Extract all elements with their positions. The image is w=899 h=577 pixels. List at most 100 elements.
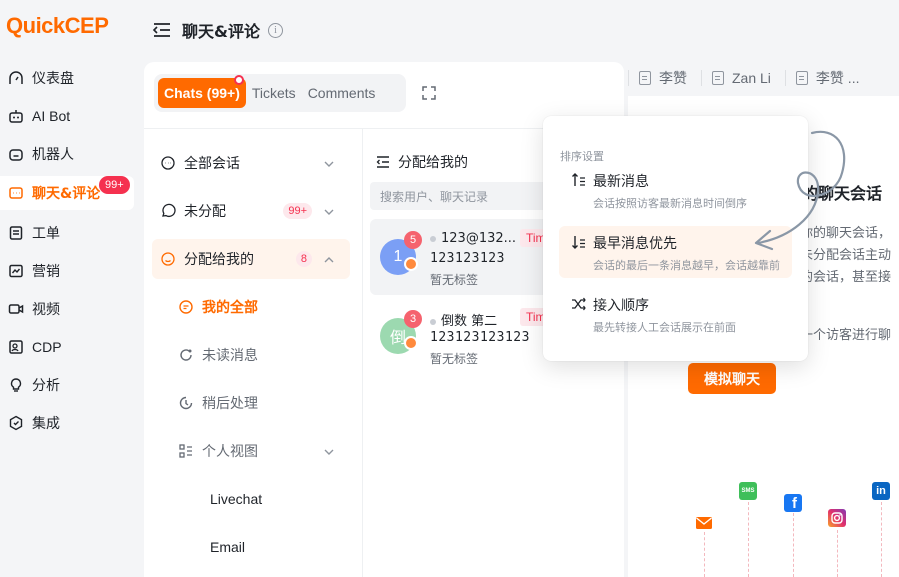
conversation-tab[interactable]: 李赞 ... bbox=[784, 70, 859, 86]
brand-logo[interactable]: Quick CEP bbox=[6, 12, 109, 40]
sort-option-desc: 会话的最后一条消息越早，会话越靠前 bbox=[593, 259, 780, 272]
chevron-down-icon[interactable] bbox=[324, 157, 334, 167]
annotation-arrow bbox=[754, 130, 846, 251]
menu-later[interactable]: 稍后处理 bbox=[152, 383, 350, 423]
conversation-tab-label: Zan Li bbox=[732, 70, 771, 86]
nav-chat-badge: 99+ bbox=[99, 176, 130, 194]
nav-item-dashboard[interactable]: 仪表盘 bbox=[0, 61, 134, 95]
integration-icon bbox=[8, 415, 24, 431]
chat-message: 123123123 bbox=[430, 251, 505, 266]
document-icon bbox=[712, 71, 724, 85]
menu-label: 全部会话 bbox=[184, 156, 240, 172]
status-dot bbox=[430, 235, 436, 242]
tab-tickets[interactable]: Tickets bbox=[246, 78, 302, 108]
tab-chats-label: Chats (99+) bbox=[164, 85, 240, 101]
clock-icon bbox=[178, 395, 194, 411]
nav-label: 机器人 bbox=[32, 147, 74, 163]
menu-my-all[interactable]: 我的全部 bbox=[152, 287, 350, 327]
conversation-tab-label: 李赞 bbox=[659, 70, 687, 86]
menu-label: 未读消息 bbox=[202, 348, 258, 364]
top-bar: 聊天&评论 i bbox=[140, 0, 899, 60]
list-view-icon bbox=[178, 443, 194, 459]
tab-comments[interactable]: Comments bbox=[302, 78, 382, 108]
logo-q: Q bbox=[6, 13, 23, 38]
nav-label: 视频 bbox=[32, 302, 60, 318]
nav-item-integration[interactable]: 集成 bbox=[0, 406, 134, 440]
menu-label: 稍后处理 bbox=[202, 396, 258, 412]
unread-badge: 5 bbox=[404, 231, 422, 249]
nav-item-analytics[interactable]: 分析 bbox=[0, 368, 134, 402]
info-icon[interactable]: i bbox=[267, 22, 283, 38]
robot-icon bbox=[8, 146, 24, 162]
chevron-up-icon[interactable] bbox=[324, 253, 334, 263]
cdp-icon bbox=[8, 339, 24, 355]
nav-item-chat[interactable]: 聊天&评论 99+ bbox=[0, 176, 134, 210]
decor-line bbox=[837, 530, 838, 577]
sort-option-desc: 会话按照访客最新消息时间倒序 bbox=[593, 197, 747, 210]
chat-bubble-icon bbox=[178, 299, 194, 315]
collapse-list-icon[interactable] bbox=[376, 155, 390, 169]
decor-line bbox=[793, 513, 794, 577]
sort-option-label: 最新消息 bbox=[593, 174, 649, 190]
chat-label: 暂无标签 bbox=[430, 352, 479, 366]
chevron-down-icon[interactable] bbox=[324, 205, 334, 215]
decor-line bbox=[748, 502, 749, 577]
nav-item-marketing[interactable]: 营销 bbox=[0, 254, 134, 288]
menu-assigned-to-me[interactable]: 分配给我的 8 bbox=[152, 239, 350, 279]
chat-name-text: 倒数 第二 bbox=[441, 314, 498, 329]
ticket-icon bbox=[8, 225, 24, 241]
menu-livechat[interactable]: Livechat bbox=[152, 479, 350, 519]
nav-item-robot[interactable]: 机器人 bbox=[0, 137, 134, 171]
chevron-down-icon[interactable] bbox=[324, 445, 334, 455]
assigned-count: 8 bbox=[295, 251, 312, 267]
menu-label: 未分配 bbox=[184, 204, 226, 220]
nav-label: 工单 bbox=[32, 226, 60, 242]
conversation-tab[interactable]: Zan Li bbox=[701, 70, 771, 86]
collapse-menu-icon[interactable] bbox=[152, 22, 172, 38]
menu-unassigned[interactable]: 未分配 99+ bbox=[152, 191, 350, 231]
nav-item-video[interactable]: 视频 bbox=[0, 292, 134, 326]
sort-option-label: 接入顺序 bbox=[593, 298, 649, 314]
nav-item-cdp[interactable]: CDP bbox=[0, 330, 134, 364]
channel-badge-icon bbox=[404, 336, 418, 350]
decor-line bbox=[881, 502, 882, 577]
page-title: 聊天&评论 bbox=[182, 22, 260, 41]
menu-email[interactable]: Email bbox=[152, 527, 350, 567]
nav-label: 营销 bbox=[32, 264, 60, 280]
nav-label: 集成 bbox=[32, 416, 60, 432]
nav-item-ticket[interactable]: 工单 bbox=[0, 216, 134, 250]
decor-line bbox=[704, 532, 705, 577]
popover-title: 排序设置 bbox=[560, 150, 604, 163]
menu-label: 我的全部 bbox=[202, 300, 258, 316]
menu-personal-view[interactable]: 个人视图 bbox=[152, 431, 350, 471]
bot-icon bbox=[8, 108, 24, 124]
linkedin-icon: in bbox=[872, 482, 890, 500]
tab-group: Chats (99+) Tickets Comments bbox=[154, 74, 406, 112]
analytics-icon bbox=[8, 377, 24, 393]
search-placeholder: 搜索用户、聊天记录 bbox=[380, 189, 489, 204]
logo-cep: CEP bbox=[64, 13, 109, 38]
menu-all-chats[interactable]: 全部会话 bbox=[152, 143, 350, 183]
conversation-tab[interactable]: 李赞 bbox=[628, 70, 687, 86]
nav-label: 仪表盘 bbox=[32, 71, 74, 87]
list-title: 分配给我的 bbox=[398, 155, 468, 171]
chat-name: 倒数 第二 bbox=[430, 310, 497, 329]
chat-name: 123@132... bbox=[430, 231, 516, 246]
marketing-icon bbox=[8, 263, 24, 279]
nav-label: CDP bbox=[32, 339, 62, 355]
tab-chats-dot bbox=[233, 75, 244, 85]
divider bbox=[362, 128, 363, 577]
refresh-icon bbox=[178, 347, 194, 363]
left-nav: Quick CEP 仪表盘 AI Bot 机器人 聊天&评论 99+ 工单 营销 … bbox=[0, 0, 140, 577]
status-dot bbox=[430, 318, 436, 325]
simulate-chat-button[interactable]: 模拟聊天 bbox=[688, 363, 776, 394]
document-icon bbox=[795, 71, 808, 85]
unread-badge: 3 bbox=[404, 310, 422, 328]
tab-chats[interactable]: Chats (99+) bbox=[158, 75, 246, 108]
chat-message: 123123123123 bbox=[430, 330, 530, 345]
facebook-icon: f bbox=[784, 494, 802, 512]
sort-option-order[interactable]: 接入顺序 最先转接人工会话展示在前面 bbox=[559, 288, 792, 340]
nav-item-ai-bot[interactable]: AI Bot bbox=[0, 99, 134, 133]
menu-unread[interactable]: 未读消息 bbox=[152, 335, 350, 375]
fullscreen-icon[interactable] bbox=[422, 86, 436, 100]
